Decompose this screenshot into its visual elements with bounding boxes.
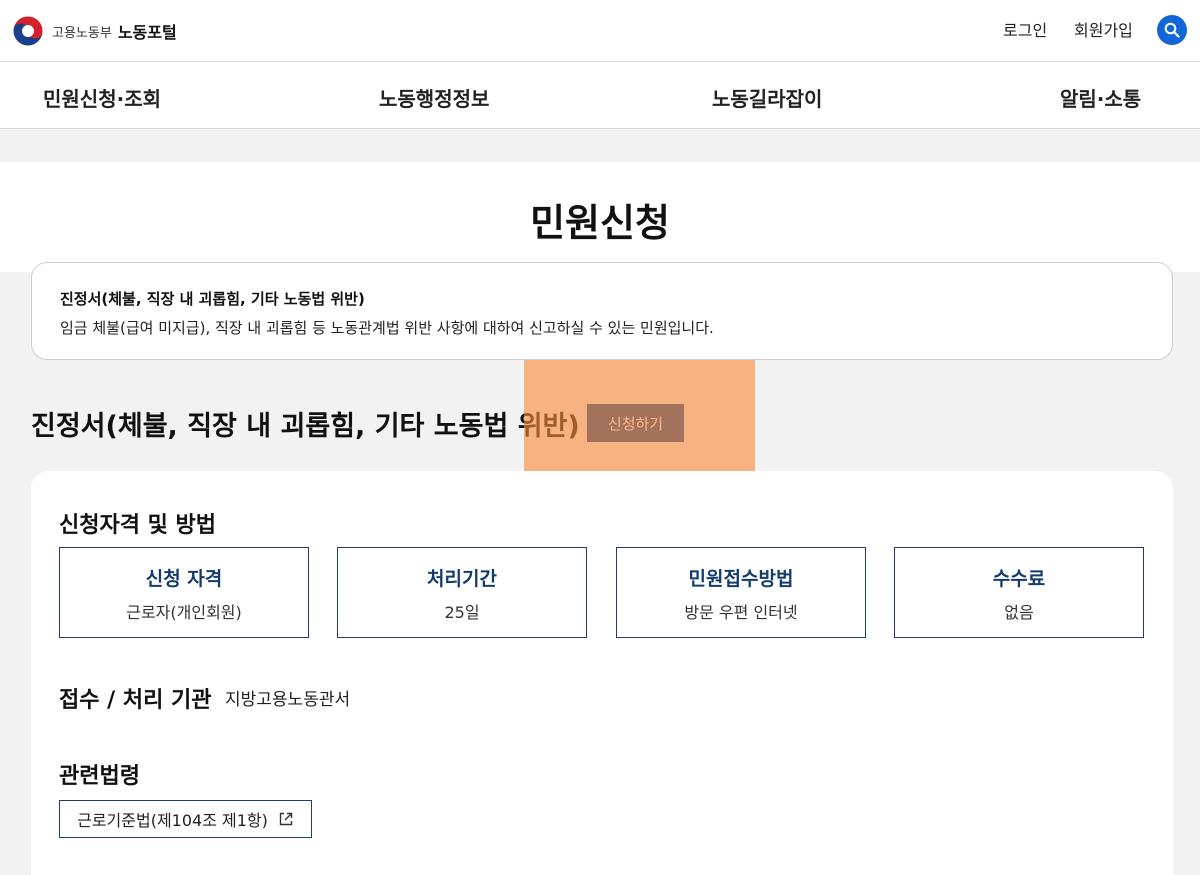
tile-label: 수수료 [992,568,1046,590]
login-link[interactable]: 로그인 [1003,17,1047,41]
page-title: 민원신청 [530,201,670,245]
eligibility-heading: 신청자격 및 방법 [59,513,216,538]
tile-value: 없음 [1004,603,1034,622]
search-button[interactable] [1157,15,1187,45]
agency-value: 지방고용노동관서 [225,690,351,710]
petition-detail-card: 신청자격 및 방법 신청 자격 근로자(개인회원) 처리기간 25일 민원접수방… [31,471,1173,875]
related-law-heading: 관련법령 [59,764,140,789]
tile-value: 근로자(개인회원) [126,603,242,622]
related-law-link[interactable]: 근로기준법(제104조 제1항) [59,800,312,838]
external-link-icon [279,812,293,826]
tile-label: 민원접수방법 [688,568,794,590]
portal-name: 노동포털 [117,23,177,42]
petition-summary-box: 진정서(체불, 직장 내 괴롭힘, 기타 노동법 위반) 임금 체불(급여 미지… [31,262,1173,360]
ministry-name: 고용노동부 [52,25,112,41]
signup-link[interactable]: 회원가입 [1074,17,1133,41]
taegeuk-emblem-icon [12,15,44,47]
summary-title: 진정서(체불, 직장 내 괴롭힘, 기타 노동법 위반) [60,290,365,308]
related-law-label: 근로기준법(제104조 제1항) [77,811,268,830]
tile-label: 신청 자격 [145,568,223,590]
apply-button[interactable]: 신청하기 [587,404,684,442]
tile-value: 25일 [444,603,480,622]
site-logo[interactable]: 고용노동부 노동포털 [12,15,177,47]
tile-eligibility: 신청 자격 근로자(개인회원) [59,547,309,638]
site-header: 고용노동부 노동포털 로그인 회원가입 [0,0,1200,62]
main-nav: 민원신청·조회 노동행정정보 노동길라잡이 알림·소통 [0,62,1200,129]
title-band: 민원신청 [0,162,1200,272]
nav-item-civil-petition[interactable]: 민원신청·조회 [43,83,161,112]
summary-description: 임금 체불(급여 미지급), 직장 내 괴롭힘 등 노동관계법 위반 사항에 대… [60,319,714,337]
tile-label: 처리기간 [427,568,497,590]
agency-heading: 접수 / 처리 기관 [59,688,212,713]
tile-processing-period: 처리기간 25일 [337,547,587,638]
tile-fee: 수수료 없음 [894,547,1144,638]
nav-item-labor-guide[interactable]: 노동길라잡이 [712,83,822,112]
tile-submission-method: 민원접수방법 방문 우편 인터넷 [616,547,866,638]
petition-heading: 진정서(체불, 직장 내 괴롭힘, 기타 노동법 위반) [31,411,580,442]
nav-item-notice[interactable]: 알림·소통 [1060,83,1141,112]
search-icon [1164,22,1180,38]
tile-value: 방문 우편 인터넷 [684,603,798,622]
nav-item-labor-admin[interactable]: 노동행정정보 [379,83,489,112]
